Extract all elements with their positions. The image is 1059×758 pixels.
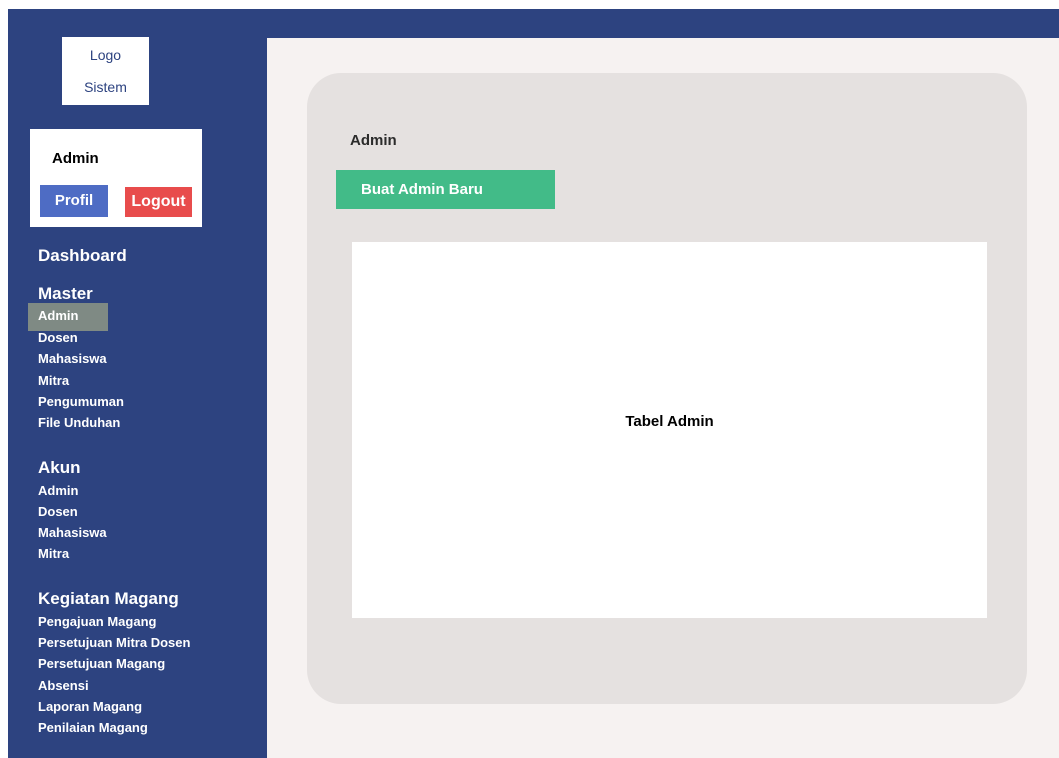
nav-akun-mitra[interactable]: Mitra: [38, 546, 69, 561]
nav-penilaian-magang[interactable]: Penilaian Magang: [38, 720, 148, 735]
nav-laporan-magang[interactable]: Laporan Magang: [38, 699, 142, 714]
main-content-card: Admin Buat Admin Baru Tabel Admin: [307, 73, 1027, 704]
nav-akun-dosen[interactable]: Dosen: [38, 504, 78, 519]
create-admin-button[interactable]: Buat Admin Baru: [336, 170, 555, 209]
nav-master-pengumuman[interactable]: Pengumuman: [38, 394, 124, 409]
nav-master-mahasiswa[interactable]: Mahasiswa: [38, 351, 107, 366]
logo-text-line1: Logo: [89, 47, 122, 63]
nav-heading-akun: Akun: [38, 458, 81, 477]
nav-master-dosen[interactable]: Dosen: [38, 330, 78, 345]
logout-button[interactable]: Logout: [125, 187, 192, 217]
nav-master-mitra[interactable]: Mitra: [38, 373, 69, 388]
admin-table: Tabel Admin: [352, 242, 987, 618]
sidebar: Logo Sistem Admin Profil Logout Dashboar…: [8, 9, 267, 758]
nav-heading-master: Master: [38, 284, 93, 303]
nav-absensi[interactable]: Absensi: [38, 678, 89, 693]
nav-master-file-unduhan[interactable]: File Unduhan: [38, 415, 120, 430]
user-panel: Admin Profil Logout: [30, 129, 202, 227]
admin-table-placeholder: Tabel Admin: [625, 413, 714, 430]
nav-dashboard[interactable]: Dashboard: [38, 246, 127, 266]
profil-button[interactable]: Profil: [40, 185, 108, 217]
logo-text-line2: Sistem: [84, 79, 127, 95]
nav-pengajuan-magang[interactable]: Pengajuan Magang: [38, 614, 156, 629]
nav-persetujuan-magang[interactable]: Persetujuan Magang: [38, 656, 165, 671]
nav-heading-kegiatan-magang: Kegiatan Magang: [38, 589, 179, 608]
system-logo: Logo Sistem: [62, 37, 149, 105]
nav-akun-admin[interactable]: Admin: [38, 483, 78, 498]
app-frame: Logo Sistem Admin Profil Logout Dashboar…: [8, 9, 1059, 758]
user-name: Admin: [52, 150, 99, 167]
nav-akun-mahasiswa[interactable]: Mahasiswa: [38, 525, 107, 540]
nav-persetujuan-mitra-dosen[interactable]: Persetujuan Mitra Dosen: [38, 635, 190, 650]
page-title: Admin: [350, 132, 397, 149]
nav-master-admin[interactable]: Admin: [38, 308, 78, 323]
